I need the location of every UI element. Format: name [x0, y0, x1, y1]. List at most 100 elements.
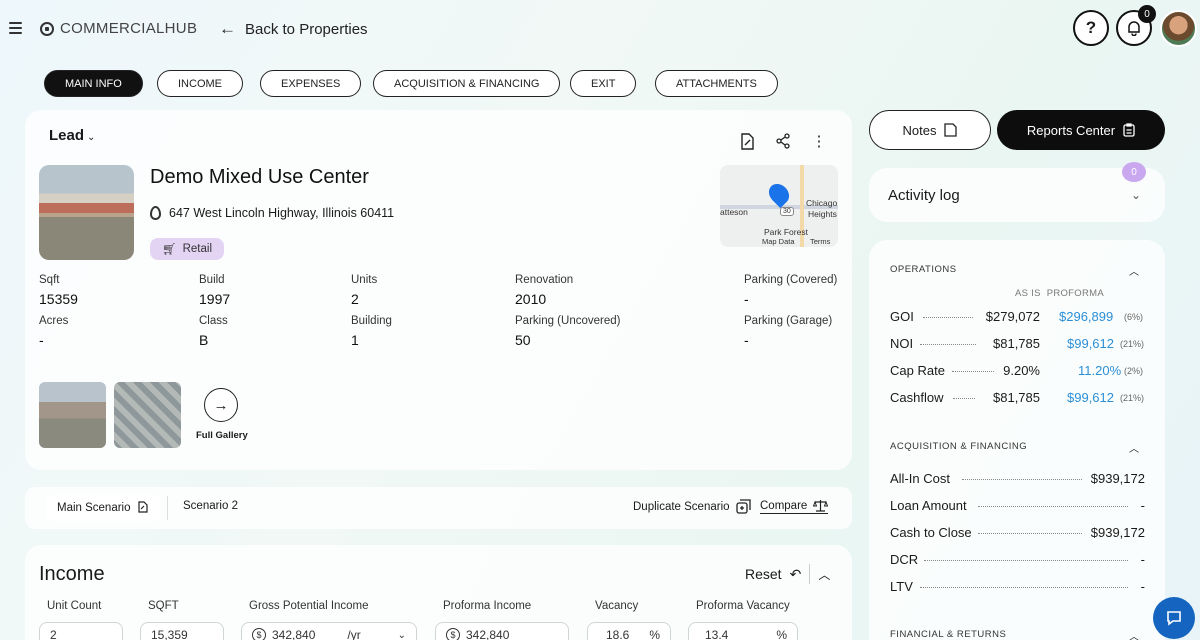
reset-button[interactable]: Reset ↶ ︿	[745, 564, 830, 584]
percent-change: (6%)	[1124, 312, 1144, 322]
property-photo[interactable]	[39, 165, 134, 260]
logo[interactable]: COMMERCIALHUB	[40, 20, 197, 37]
tab-income[interactable]: INCOME	[157, 70, 243, 97]
full-gallery-button[interactable]: →	[204, 388, 238, 422]
arrow-left-icon: ←	[219, 19, 236, 38]
tab-acquisition-financing[interactable]: ACQUISITION & FINANCING	[373, 70, 561, 97]
vacancy-input[interactable]: 18.6 %	[587, 622, 671, 640]
chevron-down-icon[interactable]: ⌄	[1131, 188, 1141, 202]
bell-icon	[1128, 21, 1140, 36]
metric-value: -	[1140, 498, 1145, 513]
back-label: Back to Properties	[245, 20, 368, 38]
tab-main-info[interactable]: MAIN INFO	[44, 70, 143, 97]
acquisition-row: DCR -	[890, 552, 1145, 568]
unit-count-input[interactable]: 2	[39, 622, 123, 640]
metric-value: $939,172	[1090, 471, 1145, 486]
input-value: 18.6	[606, 628, 630, 640]
chevron-up-icon[interactable]: ︿	[1129, 440, 1139, 455]
activity-log-title: Activity log	[888, 187, 960, 204]
clipboard-icon	[1123, 123, 1135, 137]
chevron-down-icon[interactable]: ⌄	[398, 630, 406, 640]
share-icon[interactable]	[774, 132, 792, 150]
metric-value: $939,172	[1090, 525, 1145, 540]
map-terms-link[interactable]: Terms	[810, 237, 830, 246]
notes-label: Notes	[902, 122, 937, 138]
metric-name: Cap Rate	[890, 363, 945, 378]
leader-dots	[953, 398, 975, 399]
percent-sign: %	[776, 628, 787, 640]
financial-returns-heading: FINANCIAL & RETURNS	[890, 629, 1007, 640]
chevron-up-icon[interactable]: ︿	[818, 566, 830, 583]
proforma-income-input[interactable]: $ 342,840	[435, 622, 569, 640]
input-value: 15,359	[151, 628, 188, 640]
chevron-up-icon[interactable]: ︿	[1129, 263, 1139, 278]
map-label: Chicago	[806, 198, 838, 208]
stat-label: Parking (Covered)	[744, 274, 838, 286]
operations-row-cap-rate: Cap Rate 9.20% 11.20% (2%)	[890, 363, 1145, 379]
edit-document-icon[interactable]	[137, 500, 149, 516]
help-button[interactable]: ?	[1073, 10, 1109, 46]
scenario-tab-main[interactable]: Main Scenario	[46, 495, 160, 521]
proforma-label: PROFORMA	[1046, 288, 1104, 299]
gallery-thumbnail[interactable]	[114, 382, 181, 448]
edit-document-icon[interactable]	[738, 132, 756, 150]
period-select[interactable]: /yr	[347, 628, 360, 640]
column-header: SQFT	[148, 600, 179, 612]
acquisition-row: Loan Amount -	[890, 498, 1145, 514]
property-address: 647 West Lincoln Highway, Illinois 60411	[150, 206, 394, 220]
map-label: atteson	[720, 207, 748, 217]
stat-parking-uncovered: Parking (Uncovered) 50	[515, 315, 620, 348]
percent-change: (21%)	[1120, 339, 1145, 349]
notification-count-badge: 0	[1138, 5, 1156, 23]
duplicate-scenario-button[interactable]: Duplicate Scenario	[633, 499, 751, 514]
top-bar: COMMERCIALHUB ← Back to Properties ? 0	[0, 0, 1200, 60]
leader-dots	[978, 533, 1082, 534]
scenario-tab-2[interactable]: Scenario 2	[183, 500, 238, 512]
compare-label: Compare	[760, 500, 808, 512]
gallery-thumbnail[interactable]	[39, 382, 106, 448]
chevron-up-icon[interactable]: ︿	[1129, 628, 1139, 640]
duplicate-icon	[735, 499, 751, 514]
summary-panel: OPERATIONS ︿ AS IS PROFORMA GOI $279,072…	[869, 240, 1165, 640]
stat-label: Parking (Garage)	[744, 315, 833, 327]
activity-log-panel[interactable]: Activity log 0 ⌄	[869, 162, 1165, 222]
proforma-vacancy-input[interactable]: 13.4 %	[688, 622, 798, 640]
tab-expenses[interactable]: EXPENSES	[260, 70, 362, 97]
column-labels: AS IS PROFORMA	[1015, 288, 1104, 299]
arrow-right-icon: →	[213, 396, 229, 414]
chat-support-button[interactable]	[1153, 597, 1195, 639]
tab-attachments[interactable]: ATTACHMENTS	[655, 70, 778, 97]
gross-potential-income-input[interactable]: $ 342,840 /yr ⌄	[241, 622, 417, 640]
percent-change: (2%)	[1124, 366, 1144, 376]
stat-label: Renovation	[515, 274, 574, 286]
divider	[809, 564, 811, 584]
menu-icon[interactable]	[9, 22, 22, 34]
sqft-input[interactable]: 15,359	[140, 622, 224, 640]
proforma-value: $296,899	[1059, 309, 1114, 324]
stat-label: Parking (Uncovered)	[515, 315, 621, 327]
compare-button[interactable]: Compare	[760, 499, 829, 514]
status-dropdown[interactable]: Lead ⌄	[49, 127, 95, 144]
leader-dots	[962, 479, 1082, 480]
back-to-properties-link[interactable]: ← Back to Properties	[219, 19, 368, 39]
stat-label: Units	[351, 274, 378, 286]
stat-building: Building 1	[351, 315, 392, 348]
leader-dots	[923, 317, 973, 318]
metric-name: Cashflow	[890, 390, 944, 405]
stat-sqft: Sqft 15359	[39, 274, 78, 307]
tab-exit[interactable]: EXIT	[570, 70, 637, 97]
user-avatar[interactable]	[1160, 10, 1197, 47]
chat-icon	[1167, 611, 1181, 626]
stat-value: 1997	[199, 291, 231, 307]
location-map[interactable]: atteson Chicago Heights 30 Park Forest M…	[720, 165, 838, 247]
more-options-icon[interactable]: ⋮	[810, 132, 828, 150]
leader-dots	[920, 344, 976, 345]
metric-name: LTV	[890, 579, 913, 594]
acquisition-row: Cash to Close $939,172	[890, 525, 1145, 541]
activity-count-badge: 0	[1122, 162, 1146, 182]
notes-button[interactable]: Notes	[869, 110, 991, 150]
proforma-value: $99,612	[1067, 336, 1114, 351]
reports-center-button[interactable]: Reports Center	[997, 110, 1165, 150]
map-data-link[interactable]: Map Data	[762, 237, 795, 246]
dollar-icon: $	[446, 628, 460, 640]
